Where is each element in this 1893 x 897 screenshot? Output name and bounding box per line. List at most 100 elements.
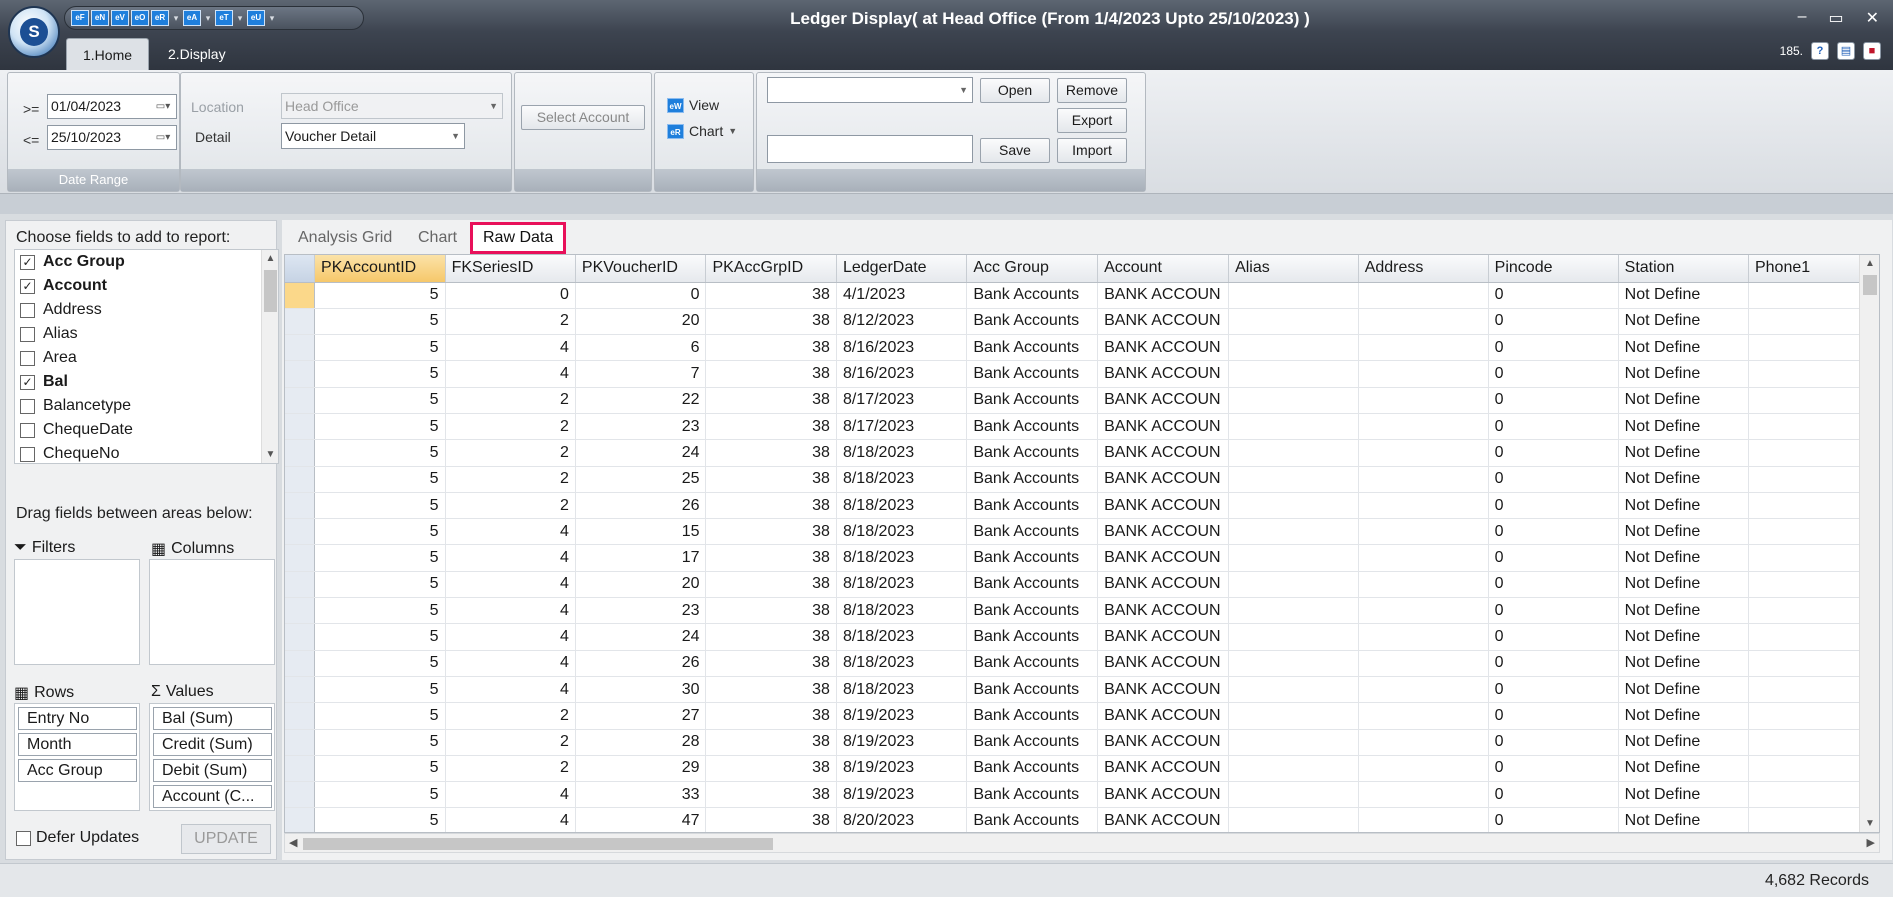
field-list-item[interactable]: ChequeNo (15, 442, 278, 463)
table-cell[interactable]: 38 (705, 807, 837, 832)
table-cell[interactable] (1228, 597, 1359, 625)
table-cell[interactable]: 5 (314, 729, 446, 756)
table-cell[interactable]: 30 (575, 676, 707, 704)
scroll-thumb[interactable] (264, 270, 277, 312)
table-cell[interactable]: 5 (314, 439, 446, 467)
document-icon[interactable]: ▤ (1837, 42, 1855, 60)
table-cell[interactable]: 0 (1488, 466, 1619, 493)
grid-corner[interactable] (285, 255, 316, 283)
table-cell[interactable]: Bank Accounts (966, 676, 1099, 704)
table-cell[interactable] (1358, 308, 1489, 336)
table-row[interactable]: 5 2 23 38 8/17/2023 Bank Accounts BANK ACCOUN 0… (285, 413, 1879, 441)
column-header[interactable]: FKSeriesID (445, 255, 576, 283)
table-cell[interactable]: Not Define (1618, 387, 1749, 414)
row-selector[interactable] (285, 807, 316, 832)
app-logo-button[interactable]: S (8, 6, 60, 58)
table-cell[interactable]: 0 (1488, 676, 1619, 704)
table-cell[interactable]: 38 (705, 702, 837, 730)
field-list[interactable]: ✓ Acc Group ✓ Account Address Alias Area ✓ Bal Ba… (14, 249, 279, 464)
table-cell[interactable]: 0 (1488, 755, 1619, 783)
table-cell[interactable]: 5 (314, 702, 446, 730)
table-cell[interactable]: 5 (314, 282, 446, 309)
grid-horizontal-scrollbar[interactable]: ◀ ▶ (284, 833, 1880, 853)
table-cell[interactable]: Not Define (1618, 413, 1749, 441)
table-cell[interactable]: Not Define (1618, 702, 1749, 730)
table-cell[interactable]: 0 (445, 282, 576, 309)
table-cell[interactable]: BANK ACCOUN (1097, 807, 1230, 832)
table-cell[interactable] (1358, 439, 1489, 467)
table-cell[interactable] (1228, 702, 1359, 730)
table-cell[interactable]: 47 (575, 807, 707, 832)
table-cell[interactable]: 25 (575, 466, 707, 493)
table-cell[interactable]: 5 (314, 334, 446, 362)
table-cell[interactable] (1358, 413, 1489, 441)
table-cell[interactable]: 2 (445, 413, 576, 441)
table-cell[interactable] (1228, 755, 1359, 783)
table-row[interactable]: 5 2 27 38 8/19/2023 Bank Accounts BANK ACCOUN 0… (285, 702, 1879, 730)
field-list-item[interactable]: ✓ Account (15, 274, 278, 298)
table-row[interactable]: 5 4 26 38 8/18/2023 Bank Accounts BANK ACCOUN 0… (285, 650, 1879, 677)
chevron-down-icon[interactable]: ▾ (171, 13, 181, 24)
table-cell[interactable]: 8/18/2023 (836, 623, 968, 651)
table-cell[interactable]: Not Define (1618, 466, 1749, 493)
table-cell[interactable]: Not Define (1618, 439, 1749, 467)
table-cell[interactable]: 5 (314, 807, 446, 832)
table-cell[interactable] (1358, 334, 1489, 362)
table-cell[interactable] (1228, 518, 1359, 546)
table-cell[interactable] (1358, 597, 1489, 625)
table-cell[interactable]: BANK ACCOUN (1097, 676, 1230, 704)
tab-home[interactable]: 1.Home (66, 38, 150, 70)
table-cell[interactable]: 38 (705, 597, 837, 625)
table-cell[interactable]: 38 (705, 755, 837, 783)
table-cell[interactable]: 28 (575, 729, 707, 756)
table-cell[interactable]: Not Define (1618, 729, 1749, 756)
table-cell[interactable]: BANK ACCOUN (1097, 387, 1230, 414)
table-cell[interactable]: Not Define (1618, 676, 1749, 704)
table-cell[interactable] (1358, 492, 1489, 520)
chevron-down-icon[interactable]: ▾ (235, 13, 245, 24)
table-row[interactable]: 5 4 47 38 8/20/2023 Bank Accounts BANK ACCOUN 0… (285, 807, 1879, 832)
column-header[interactable]: PKAccountID (314, 255, 446, 283)
calendar-dropdown-icon[interactable]: ▭▾ (152, 129, 174, 146)
scroll-thumb[interactable] (303, 838, 773, 850)
table-cell[interactable]: 5 (314, 544, 446, 572)
table-cell[interactable]: 2 (445, 492, 576, 520)
table-cell[interactable]: 8/18/2023 (836, 439, 968, 467)
table-cell[interactable] (1228, 676, 1359, 704)
table-row[interactable]: 5 2 28 38 8/19/2023 Bank Accounts BANK ACCOUN 0… (285, 729, 1879, 756)
row-selector[interactable] (285, 387, 316, 414)
row-selector[interactable] (285, 282, 316, 309)
table-cell[interactable]: 22 (575, 387, 707, 414)
table-cell[interactable] (1228, 650, 1359, 677)
table-cell[interactable]: 4 (445, 623, 576, 651)
scroll-down-icon[interactable]: ▼ (1860, 818, 1879, 829)
table-cell[interactable]: 24 (575, 439, 707, 467)
columns-drop-area[interactable] (149, 559, 275, 665)
field-list-item[interactable]: Address (15, 298, 278, 322)
from-date-picker[interactable]: 01/04/2023 ▭▾ (47, 94, 177, 119)
table-cell[interactable]: 4/1/2023 (836, 282, 968, 309)
table-cell[interactable]: 0 (1488, 308, 1619, 336)
row-selector[interactable] (285, 676, 316, 704)
save-button[interactable]: Save (980, 138, 1050, 163)
table-cell[interactable]: 0 (1488, 702, 1619, 730)
table-row[interactable]: 5 2 24 38 8/18/2023 Bank Accounts BANK ACCOUN 0… (285, 439, 1879, 467)
row-selector[interactable] (285, 597, 316, 625)
table-cell[interactable]: 0 (1488, 807, 1619, 832)
table-cell[interactable]: 8/19/2023 (836, 755, 968, 783)
table-cell[interactable] (1228, 623, 1359, 651)
table-row[interactable]: 5 4 15 38 8/18/2023 Bank Accounts BANK ACCOUN 0… (285, 518, 1879, 546)
filters-drop-area[interactable] (14, 559, 140, 665)
table-cell[interactable]: BANK ACCOUN (1097, 597, 1230, 625)
table-cell[interactable]: BANK ACCOUN (1097, 781, 1230, 809)
table-cell[interactable]: 5 (314, 623, 446, 651)
close-button[interactable]: ✕ (1866, 8, 1879, 28)
table-cell[interactable]: 5 (314, 492, 446, 520)
table-cell[interactable]: Not Define (1618, 807, 1749, 832)
row-selector[interactable] (285, 466, 316, 493)
table-cell[interactable] (1228, 413, 1359, 441)
checkbox-icon[interactable] (20, 302, 35, 318)
table-cell[interactable]: 4 (445, 544, 576, 572)
table-cell[interactable]: 8/16/2023 (836, 360, 968, 388)
table-cell[interactable]: 20 (575, 571, 707, 599)
